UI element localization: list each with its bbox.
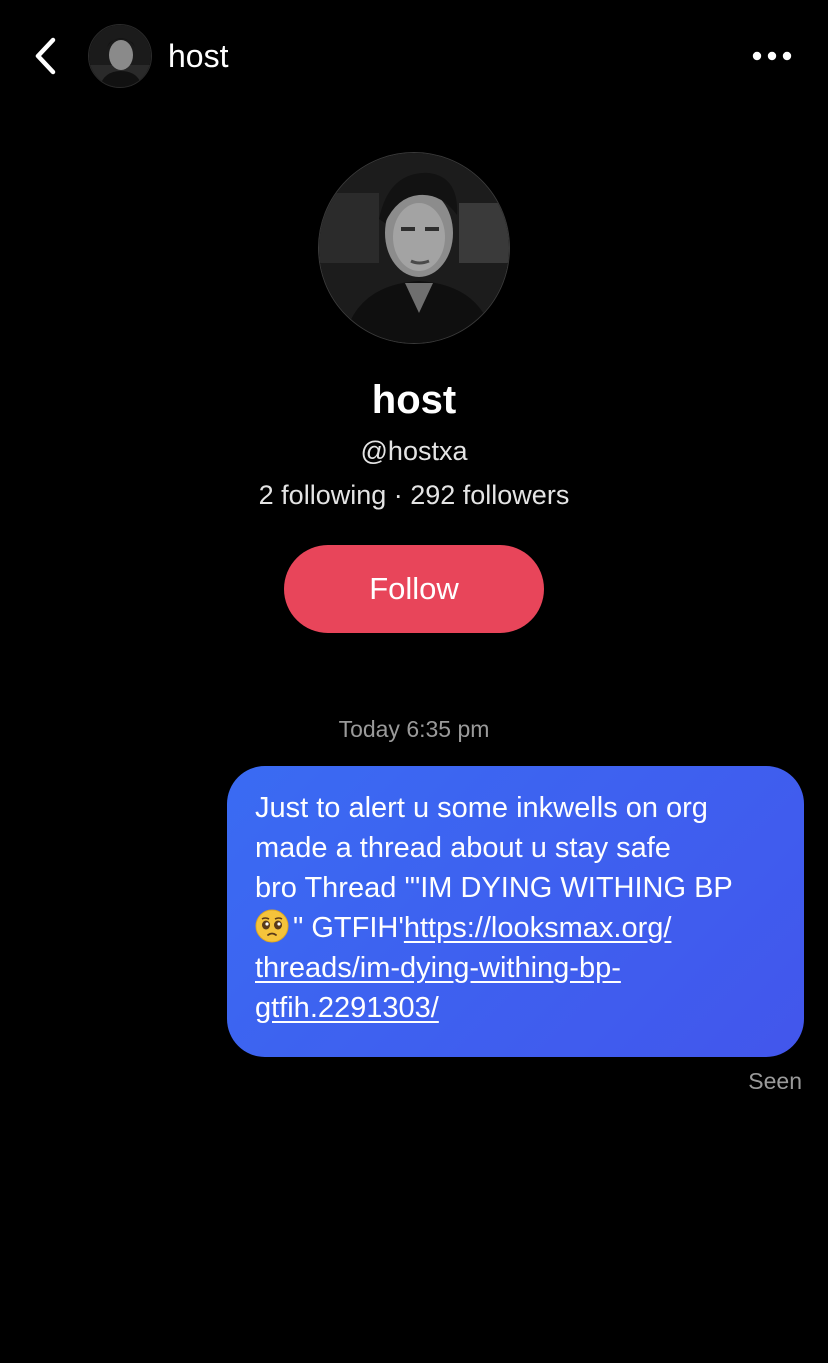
avatar-image — [319, 153, 509, 343]
profile-follow-stats[interactable]: 2 following · 292 followers — [0, 478, 828, 512]
message-text-line: Just to alert u some inkwells on org — [255, 792, 708, 824]
header-avatar[interactable] — [88, 24, 152, 88]
message-link-line: gtfih.2291303/ — [255, 988, 780, 1028]
seen-status: Seen — [748, 1068, 802, 1094]
profile-handle: @hostxa — [360, 436, 468, 466]
chevron-left-icon — [35, 37, 56, 75]
message-timestamp: Today 6:35 pm — [338, 716, 490, 742]
follow-button[interactable]: Follow — [284, 545, 544, 633]
top-bar: host — [0, 0, 828, 112]
message-link-line: threads/im-dying-withing-bp- — [255, 948, 780, 988]
dm-screen: host host @hostxa 2 following · 292 foll… — [0, 0, 828, 1363]
more-options-button[interactable] — [748, 38, 796, 74]
message-text-line-with-link: " GTFIH'https://looksmax.org/ — [255, 908, 780, 948]
message-link[interactable]: https://looksmax.org/ — [404, 912, 672, 944]
message-link[interactable]: gtfih.2291303/ — [255, 992, 439, 1024]
back-button[interactable] — [24, 32, 68, 80]
profile-display-name: host — [371, 378, 457, 422]
message-text-line: made a thread about u stay safe — [255, 832, 671, 864]
message-bubble[interactable]: Just to alert u some inkwells on org mad… — [227, 766, 804, 1057]
profile-avatar[interactable] — [318, 152, 510, 344]
avatar-image — [89, 25, 151, 87]
message-text: " GTFIH' — [293, 912, 404, 944]
message-link[interactable]: threads/im-dying-withing-bp- — [255, 952, 621, 984]
more-horizontal-icon — [752, 51, 792, 61]
message-text-line: bro Thread '"IM DYING WITHING BP — [255, 872, 733, 904]
pleading-face-emoji-icon — [255, 909, 289, 943]
header-username[interactable]: host — [168, 36, 228, 76]
